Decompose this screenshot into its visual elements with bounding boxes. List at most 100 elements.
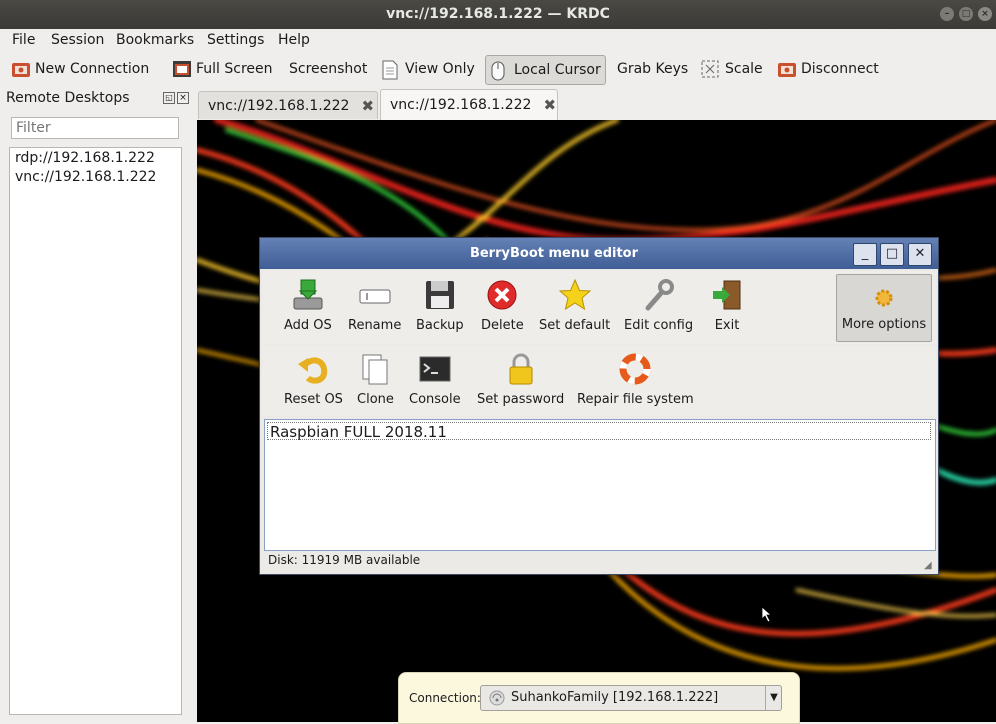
delete-label: Delete <box>481 318 524 333</box>
wifi-icon <box>489 690 505 710</box>
float-icon[interactable]: ◱ <box>163 92 175 104</box>
dialog-close-button[interactable]: ✕ <box>908 243 932 266</box>
grab-keys-button[interactable]: Grab Keys <box>613 55 692 83</box>
lifebuoy-icon <box>618 352 652 386</box>
menu-bookmarks[interactable]: Bookmarks <box>116 32 194 48</box>
more-options-button[interactable]: More options <box>836 274 932 342</box>
padlock-icon <box>504 352 538 386</box>
connection-label: Connection: <box>409 691 481 705</box>
set-password-label: Set password <box>477 392 565 407</box>
dock-title: Remote Desktops <box>6 90 130 106</box>
rename-button[interactable]: Rename <box>348 278 401 333</box>
backup-button[interactable]: Backup <box>416 278 464 333</box>
clone-label: Clone <box>357 392 394 407</box>
view-only-button[interactable]: View Only <box>377 55 479 83</box>
os-list-item[interactable]: Raspbian FULL 2018.11 <box>267 422 931 441</box>
mouse-icon <box>490 61 508 81</box>
rename-field-icon <box>358 278 392 312</box>
cursor-icon <box>761 606 773 623</box>
gear-icon <box>871 285 897 311</box>
remote-desktops-list: rdp://192.168.1.222 vnc://192.168.1.222 <box>9 147 182 715</box>
edit-config-button[interactable]: Edit config <box>624 278 693 333</box>
full-screen-icon <box>172 60 191 78</box>
tab-label: vnc://192.168.1.222 <box>208 97 350 114</box>
window-title-bar: vnc://192.168.1.222 — KRDC – □ × <box>0 0 996 29</box>
toolbar-row-1: Add OS Rename Backup Delete Set default … <box>262 271 936 344</box>
view-only-icon <box>381 60 399 80</box>
view-only-label: View Only <box>405 61 475 77</box>
dialog-title-bar: BerryBoot menu editor _ □ ✕ <box>260 238 938 269</box>
screenshot-label: Screenshot <box>289 61 368 77</box>
exit-button[interactable]: Exit <box>710 278 744 333</box>
reset-os-label: Reset OS <box>284 392 343 407</box>
more-options-label: More options <box>841 316 927 332</box>
undo-arrow-icon <box>296 352 330 386</box>
remote-desktops-dock: Remote Desktops ◱ × rdp://192.168.1.222 … <box>0 87 196 722</box>
full-screen-label: Full Screen <box>196 61 273 77</box>
window-title: vnc://192.168.1.222 — KRDC <box>386 6 610 22</box>
scale-button[interactable]: Scale <box>697 55 767 83</box>
menu-bar: File Session Bookmarks Settings Help <box>0 29 996 53</box>
screenshot-button[interactable]: Screenshot <box>285 55 371 83</box>
tab-bar: vnc://192.168.1.222 ✖ vnc://192.168.1.22… <box>196 87 996 120</box>
close-button[interactable]: × <box>978 7 992 21</box>
menu-file[interactable]: File <box>12 32 35 48</box>
set-default-button[interactable]: Set default <box>539 278 610 333</box>
console-button[interactable]: Console <box>409 352 461 407</box>
exit-label: Exit <box>714 318 740 333</box>
tab-label: vnc://192.168.1.222 <box>390 97 532 113</box>
full-screen-button[interactable]: Full Screen <box>168 55 277 83</box>
toolbar-row-2: Reset OS Clone Console Set password Repa… <box>262 346 936 416</box>
local-cursor-label: Local Cursor <box>514 62 601 78</box>
minimize-button[interactable]: – <box>940 7 954 21</box>
new-connection-label: New Connection <box>35 61 150 77</box>
dialog-title: BerryBoot menu editor <box>469 246 639 261</box>
disconnect-icon <box>777 60 796 78</box>
disk-status: Disk: 11919 MB available <box>268 553 421 567</box>
download-disk-icon <box>291 278 325 312</box>
os-list: Raspbian FULL 2018.11 <box>264 419 936 551</box>
menu-session[interactable]: Session <box>51 32 104 48</box>
connection-value: SuhankoFamily [192.168.1.222] <box>511 690 719 705</box>
local-cursor-button[interactable]: Local Cursor <box>485 55 606 85</box>
add-os-label: Add OS <box>284 318 332 333</box>
add-os-button[interactable]: Add OS <box>284 278 332 333</box>
delete-button[interactable]: Delete <box>481 278 524 333</box>
maximize-button[interactable]: □ <box>959 7 973 21</box>
set-password-button[interactable]: Set password <box>477 352 564 407</box>
tab-close-icon[interactable]: ✖ <box>543 96 556 114</box>
connection-select[interactable]: SuhankoFamily [192.168.1.222] ▼ <box>480 685 782 711</box>
tab-close-icon[interactable]: ✖ <box>361 97 374 115</box>
dialog-minimize-button[interactable]: _ <box>853 243 877 266</box>
clone-button[interactable]: Clone <box>357 352 394 407</box>
edit-config-label: Edit config <box>624 318 694 333</box>
filter-input[interactable] <box>11 117 179 139</box>
list-item-vnc[interactable]: vnc://192.168.1.222 <box>15 169 156 185</box>
toolbar: New Connection Full Screen Screenshot Vi… <box>0 53 996 88</box>
wrench-icon <box>642 278 676 312</box>
reset-os-button[interactable]: Reset OS <box>284 352 343 407</box>
repair-file-system-button[interactable]: Repair file system <box>577 352 694 407</box>
menu-help[interactable]: Help <box>278 32 310 48</box>
dialog-maximize-button[interactable]: □ <box>880 243 904 266</box>
resize-grip-icon[interactable]: ◢ <box>924 560 932 571</box>
disconnect-label: Disconnect <box>801 61 879 77</box>
grab-keys-label: Grab Keys <box>617 61 689 77</box>
terminal-icon <box>418 352 452 386</box>
tab-vnc-1[interactable]: vnc://192.168.1.222 ✖ <box>198 91 378 119</box>
new-connection-button[interactable]: New Connection <box>7 55 153 83</box>
rename-label: Rename <box>348 318 402 333</box>
connection-bar: Connection: SuhankoFamily [192.168.1.222… <box>398 672 800 724</box>
set-default-label: Set default <box>539 318 611 333</box>
chevron-down-icon[interactable]: ▼ <box>765 686 782 710</box>
copy-pages-icon <box>358 352 392 386</box>
star-icon <box>558 278 592 312</box>
tab-vnc-2[interactable]: vnc://192.168.1.222 ✖ <box>380 89 558 120</box>
new-connection-icon <box>11 60 30 78</box>
exit-door-icon <box>710 278 744 312</box>
disconnect-button[interactable]: Disconnect <box>773 55 883 83</box>
list-item-rdp[interactable]: rdp://192.168.1.222 <box>15 150 155 166</box>
close-dock-icon[interactable]: × <box>177 92 189 104</box>
menu-settings[interactable]: Settings <box>207 32 264 48</box>
backup-label: Backup <box>416 318 464 333</box>
